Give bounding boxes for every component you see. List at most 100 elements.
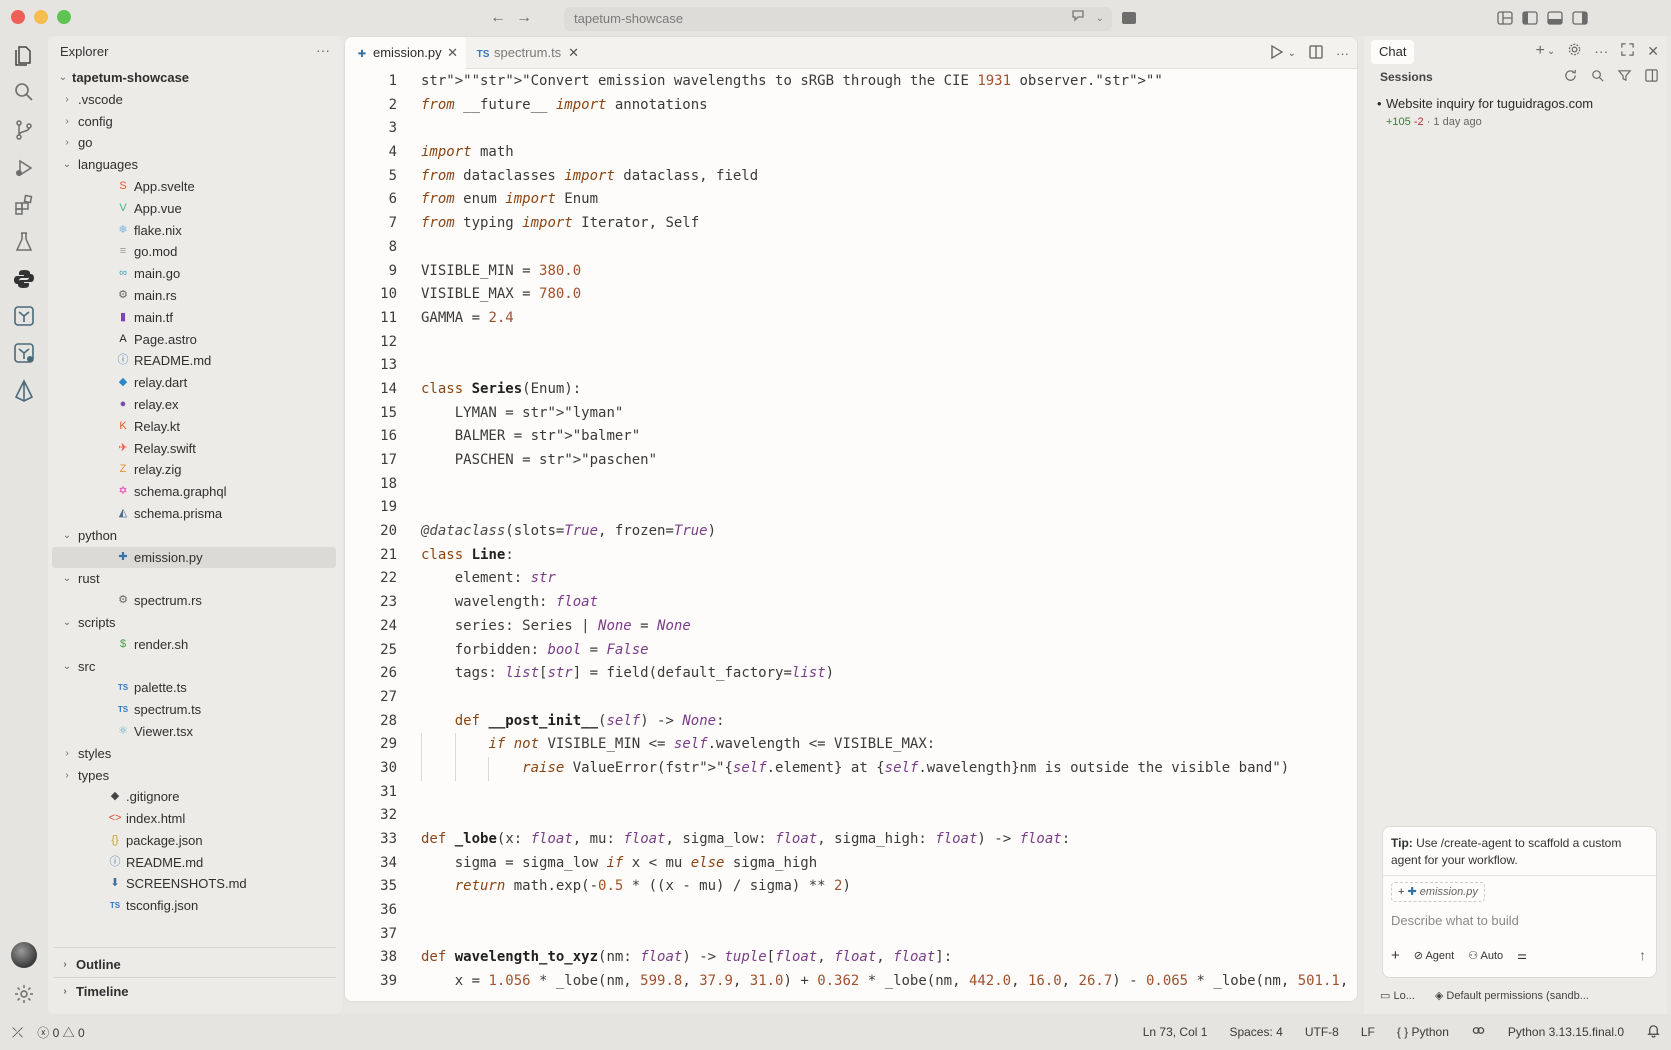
notifications-bell-icon[interactable] [1646,1023,1661,1041]
source-control-icon[interactable] [12,118,36,142]
tree-folder[interactable]: › styles [48,743,342,765]
run-file-icon[interactable] [1268,44,1284,63]
code-area[interactable]: 1 str">""str">"Convert emission wavelengt… [345,70,1357,994]
python-icon[interactable] [12,267,36,291]
zoom-window-button[interactable] [57,10,71,24]
outline-section-header[interactable]: › Outline [48,952,342,978]
line-endings[interactable]: LF [1361,1025,1375,1039]
timeline-section-header[interactable]: › Timeline [48,979,342,1005]
tree-file[interactable]: ✡ schema.graphql [48,481,342,503]
close-icon[interactable]: ✕ [1647,43,1659,60]
remote-indicator-icon[interactable]: ⤫ [12,1024,23,1041]
explorer-icon[interactable] [12,44,36,68]
session-title[interactable]: Website inquiry for tuguidragos.com [1386,96,1593,111]
settings-gear-icon[interactable] [1567,42,1582,60]
tree-file[interactable]: ⚙ spectrum.rs [48,590,342,612]
tree-folder[interactable]: ⌄ src [48,656,342,678]
tree-file[interactable]: ✚ emission.py [52,546,336,569]
tree-file[interactable]: ⓘ README.md [48,852,342,874]
toggle-secondary-sidebar-icon[interactable] [1571,9,1589,27]
tree-file[interactable]: {} package.json [48,830,342,852]
minimize-window-button[interactable] [34,10,48,24]
maximize-icon[interactable] [1620,42,1635,60]
tree-file[interactable]: $ render.sh [48,634,342,656]
chevron-down-icon[interactable]: ⌄ [1096,7,1104,31]
tab-spectrum-ts[interactable]: TS spectrum.ts ✕ [466,37,587,69]
customize-layout-icon[interactable] [1496,9,1514,27]
tree-file[interactable]: V App.vue [48,198,342,220]
tree-file[interactable]: TS tsconfig.json [48,895,342,917]
tree-file[interactable]: K Relay.kt [48,416,342,438]
tree-file[interactable]: ◭ schema.prisma [48,503,342,525]
testing-flask-icon[interactable] [12,230,36,254]
local-session-button[interactable]: ▭ Lo... [1380,989,1415,1002]
tree-file[interactable]: ◆ .gitignore [48,786,342,808]
run-debug-icon[interactable] [12,156,36,180]
tree-folder[interactable]: › .vscode [48,89,342,111]
tree-file[interactable]: ⓘ README.md [48,350,342,372]
account-avatar[interactable] [11,942,37,968]
problems-indicator[interactable]: ⓧ 0 △ 0 [37,1024,84,1041]
tree-folder[interactable]: › config [48,111,342,133]
tree-file[interactable]: TS palette.ts [48,677,342,699]
tree-file[interactable]: S App.svelte [48,176,342,198]
close-window-button[interactable] [11,10,25,24]
toggle-view-icon[interactable] [1644,68,1659,86]
more-actions-icon[interactable]: ··· [1594,43,1608,59]
remote-explorer-icon[interactable] [12,304,36,328]
run-dropdown-chevron-icon[interactable]: ⌄ [1288,48,1296,59]
accounts-icon[interactable] [1120,9,1138,27]
copilot-chat-icon[interactable] [1070,7,1086,31]
back-arrow-icon[interactable]: ← [488,8,508,28]
prisma-icon[interactable] [12,379,36,403]
indentation[interactable]: Spaces: 4 [1229,1025,1282,1039]
copilot-status-icon[interactable] [1471,1023,1486,1041]
tree-file[interactable]: ⚙ main.rs [48,285,342,307]
forward-arrow-icon[interactable]: → [514,8,534,28]
tree-file[interactable]: ≡ go.mod [48,241,342,263]
tree-file[interactable]: Zrelay.zig [48,459,342,481]
refresh-icon[interactable] [1563,68,1578,86]
tab-emission-py[interactable]: ✚ emission.py ✕ [345,37,466,69]
search-icon[interactable] [12,80,36,104]
more-actions-icon[interactable]: ··· [316,42,330,58]
mode-picker[interactable]: ⊘ Agent [1414,949,1454,962]
toggle-panel-icon[interactable] [1546,9,1564,27]
toggle-sidebar-icon[interactable] [1521,9,1539,27]
tree-file[interactable]: ❄ flake.nix [48,220,342,242]
language-mode[interactable]: { } Python [1397,1025,1449,1039]
tree-folder[interactable]: ⌄ rust [48,568,342,590]
tools-icon[interactable]: ⚌ [1517,949,1527,962]
tree-file[interactable]: ● relay.ex [48,394,342,416]
tree-file[interactable]: A Page.astro [48,329,342,351]
context-chip[interactable]: + ✚ emission.py [1391,882,1485,902]
filter-icon[interactable] [1617,68,1632,86]
tree-folder[interactable]: › types [48,765,342,787]
chat-input[interactable]: Describe what to build [1391,913,1649,928]
containers-icon[interactable] [12,341,36,365]
encoding[interactable]: UTF-8 [1305,1025,1339,1039]
split-editor-icon[interactable] [1308,44,1324,63]
tree-file[interactable]: ◆ relay.dart [48,372,342,394]
close-tab-icon[interactable]: ✕ [568,37,579,69]
tree-folder[interactable]: › go [48,132,342,154]
permissions-button[interactable]: ◈ Default permissions (sandb... [1435,989,1589,1002]
send-arrow-icon[interactable]: ↑ [1639,947,1646,963]
tree-file[interactable]: TS spectrum.ts [48,699,342,721]
command-center-search[interactable]: tapetum-showcase ⌄ [564,7,1112,31]
more-actions-icon[interactable]: ··· [1336,46,1349,61]
search-icon[interactable] [1590,68,1605,86]
attach-icon[interactable]: + [1391,947,1400,964]
tree-root-folder[interactable]: ⌄ tapetum-showcase [48,67,342,89]
extensions-icon[interactable] [12,193,36,217]
tree-file[interactable]: ⚛ Viewer.tsx [48,721,342,743]
tree-file[interactable]: ⬇ SCREENSHOTS.md [48,873,342,895]
tree-file[interactable]: <> index.html [48,808,342,830]
close-tab-icon[interactable]: ✕ [447,37,458,69]
tree-folder[interactable]: ⌄ python [48,525,342,547]
python-interpreter[interactable]: Python 3.13.15.final.0 [1508,1025,1624,1039]
settings-gear-icon[interactable] [12,982,36,1006]
tree-folder[interactable]: ⌄ scripts [48,612,342,634]
tree-file[interactable]: ▮ main.tf [48,307,342,329]
tree-folder[interactable]: ⌄ languages [48,154,342,176]
